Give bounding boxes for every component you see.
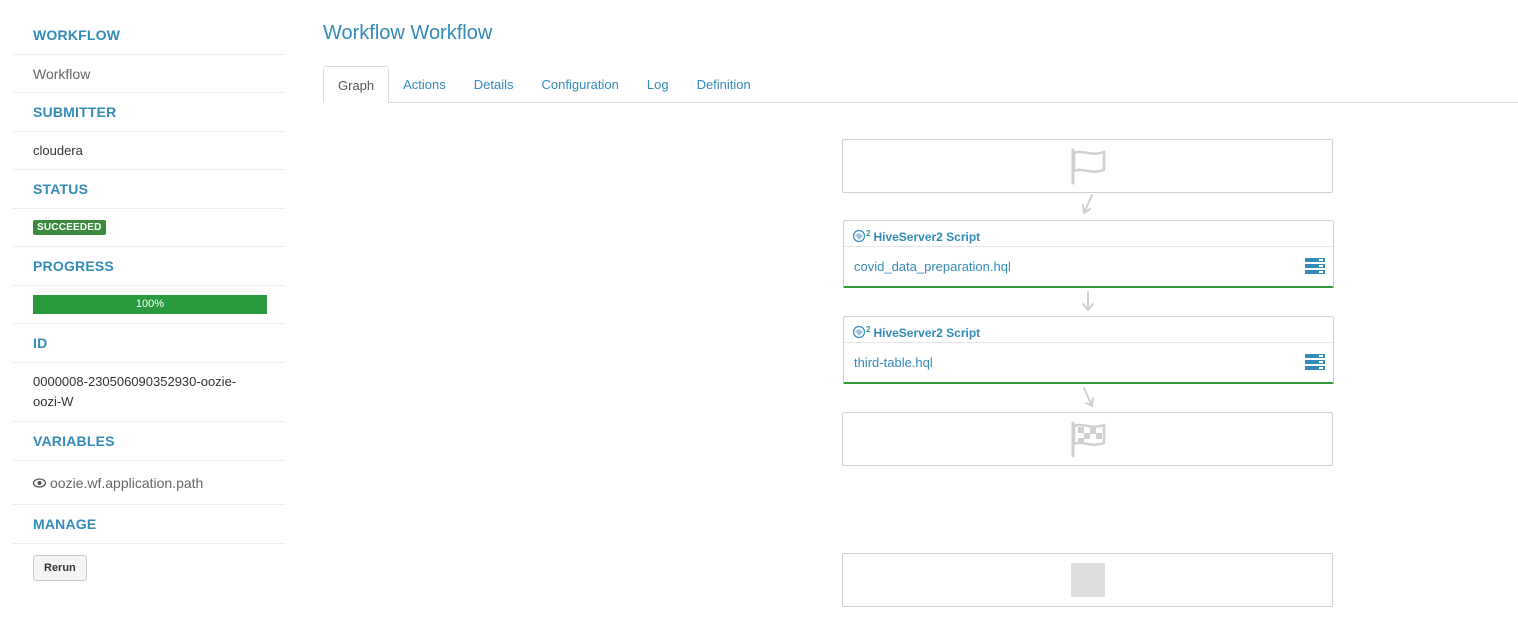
page-title: Workflow Workflow (323, 22, 493, 44)
workflow-heading: WORKFLOW (12, 16, 285, 55)
variable-label: oozie.wf.application.path (50, 474, 204, 491)
tab-details[interactable]: Details (460, 66, 528, 102)
progress-row: 100% (12, 286, 285, 324)
arrow-icon (1083, 387, 1094, 407)
variables-heading: VARIABLES (12, 422, 285, 461)
hive-version: 2 (866, 325, 871, 334)
tab-log[interactable]: Log (633, 66, 683, 102)
action-type: HiveServer2 Script (873, 230, 981, 244)
arrow-icon (1082, 291, 1094, 311)
database-icon[interactable] (1305, 258, 1325, 274)
action-node[interactable]: 2 HiveServer2 Script third-table.hql (843, 316, 1334, 384)
submitter-heading: SUBMITTER (12, 93, 285, 132)
start-flag-icon (1071, 148, 1105, 185)
tab-actions[interactable]: Actions (389, 66, 460, 102)
submitter-value: cloudera (12, 132, 285, 170)
kill-node (842, 553, 1333, 607)
workflow-link[interactable]: Workflow (12, 55, 285, 93)
hive-version: 2 (866, 229, 871, 238)
checkered-flag-icon (1071, 421, 1105, 458)
variable-item[interactable]: oozie.wf.application.path (12, 461, 285, 505)
id-row: 0000008-230506090352930-oozie-oozi-W (12, 363, 285, 422)
progress-text: 100% (135, 298, 165, 310)
status-badge: SUCCEEDED (33, 220, 106, 235)
script-link[interactable]: third-table.hql (854, 355, 933, 370)
id-value: 0000008-230506090352930-oozie-oozi-W (33, 374, 237, 409)
eye-icon (33, 477, 46, 488)
tab-definition[interactable]: Definition (683, 66, 765, 102)
hive-icon (852, 229, 866, 243)
manage-row: Rerun (12, 544, 285, 582)
tab-graph[interactable]: Graph (323, 66, 390, 103)
tab-bar: Graph Actions Details Configuration Log … (323, 66, 1518, 103)
end-node (842, 412, 1333, 466)
status-heading: STATUS (12, 170, 285, 209)
manage-heading: MANAGE (12, 505, 285, 544)
progress-bar: 100% (33, 295, 267, 314)
id-heading: ID (12, 324, 285, 363)
action-body: third-table.hql (844, 343, 1333, 383)
action-node[interactable]: 2 HiveServer2 Script covid_data_preparati… (843, 220, 1334, 288)
progress-heading: PROGRESS (12, 247, 285, 286)
tab-configuration[interactable]: Configuration (528, 66, 633, 102)
script-link[interactable]: covid_data_preparation.hql (854, 259, 1011, 274)
action-header: 2 HiveServer2 Script (844, 221, 1333, 247)
database-icon[interactable] (1305, 354, 1325, 370)
sidebar: WORKFLOW Workflow SUBMITTER cloudera STA… (12, 16, 285, 582)
start-node (842, 139, 1333, 193)
hive-icon (852, 325, 866, 339)
status-row: SUCCEEDED (12, 209, 285, 247)
action-body: covid_data_preparation.hql (844, 247, 1333, 287)
action-header: 2 HiveServer2 Script (844, 317, 1333, 343)
rerun-button[interactable]: Rerun (33, 555, 87, 581)
arrow-icon (1082, 194, 1093, 214)
action-type: HiveServer2 Script (873, 326, 981, 340)
stop-icon (1070, 563, 1105, 597)
